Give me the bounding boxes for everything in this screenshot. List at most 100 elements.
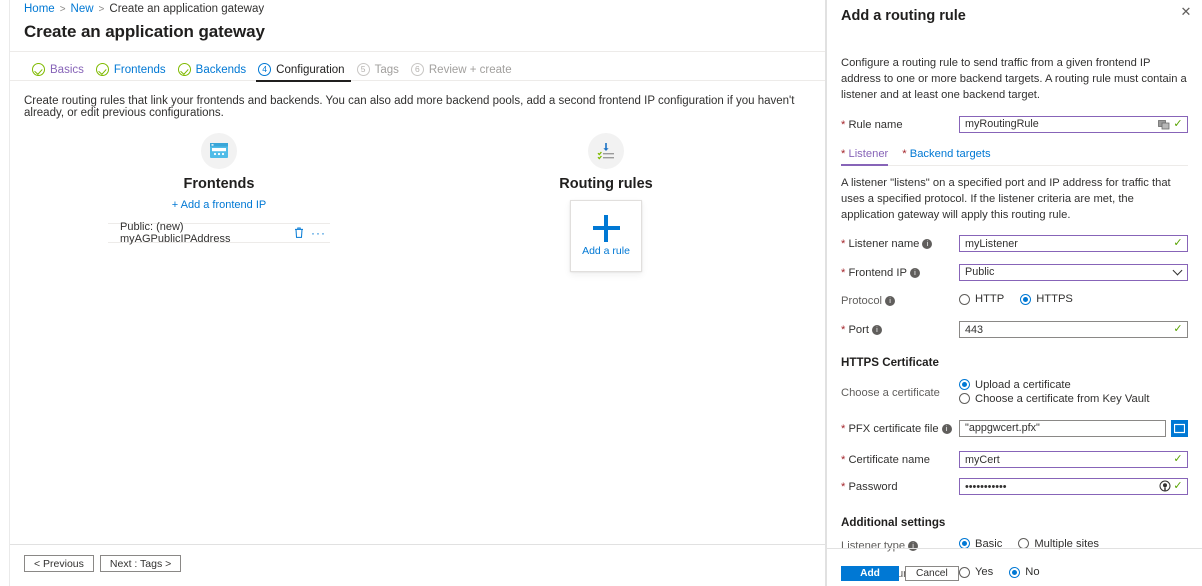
protocol-label: Protocoli — [841, 292, 959, 310]
protocol-label-text: Protocol — [841, 295, 882, 307]
eye-icon[interactable] — [1159, 480, 1172, 493]
step-number-tags: 5 — [357, 63, 370, 76]
https-certificate-heading: HTTPS Certificate — [841, 356, 1188, 369]
step-status-icon-backends — [178, 63, 191, 76]
certificate-name-input[interactable] — [959, 451, 1188, 468]
listener-name-label-text: Listener name — [848, 238, 919, 250]
listener-type-label: Listener typei — [841, 537, 959, 555]
frontends-card-title: Frontends — [108, 176, 330, 192]
pfx-file-input[interactable] — [959, 420, 1166, 437]
breadcrumb-home[interactable]: Home — [24, 3, 55, 15]
routing-rules-card-title: Routing rules — [530, 176, 682, 192]
add-frontend-ip-link[interactable]: + Add a frontend IP — [108, 199, 330, 211]
port-label: Porti — [841, 321, 959, 339]
rule-name-input[interactable] — [959, 116, 1188, 133]
wizard-step-label: Frontends — [114, 64, 166, 76]
choose-certificate-label: Choose a certificate — [841, 378, 959, 402]
breadcrumb-separator-1: > — [60, 4, 66, 15]
listener-name-label: Listener namei — [841, 235, 959, 253]
page-title: Create an application gateway — [10, 17, 825, 42]
panel-footer-divider — [827, 548, 1202, 549]
configuration-cards: Frontends + Add a frontend IP Public: (n… — [10, 133, 825, 253]
wizard-step-label: Tags — [375, 64, 399, 76]
copy-to-clipboard-icon[interactable] — [1158, 118, 1171, 131]
error-page-url-option-yes[interactable]: Yes — [959, 566, 993, 578]
certificate-name-row: Certificate name ✓ — [841, 451, 1188, 469]
add-rule-label: Add a rule — [582, 245, 630, 257]
tab-backend-targets[interactable]: Backend targets — [902, 148, 990, 165]
routing-rules-icon — [588, 133, 624, 169]
add-rule-tile[interactable]: Add a rule — [570, 200, 642, 272]
footer-divider — [10, 544, 825, 545]
radio-dot — [959, 393, 970, 404]
step-status-icon-frontends — [96, 63, 109, 76]
wizard-step-tags[interactable]: 5 Tags — [355, 60, 409, 81]
password-input[interactable] — [959, 478, 1188, 495]
info-icon[interactable]: i — [908, 541, 918, 551]
trash-icon[interactable] — [294, 227, 304, 240]
radio-dot — [959, 294, 970, 305]
protocol-option-label: HTTP — [975, 293, 1004, 305]
wizard-step-review-create[interactable]: 6 Review + create — [409, 60, 522, 81]
main-wizard-pane: Home > New > Create an application gateway C… — [0, 0, 826, 586]
wizard-step-label: Configuration — [276, 64, 344, 76]
frontend-ip-select[interactable]: Public — [959, 264, 1188, 281]
error-page-url-option-label: Yes — [975, 566, 993, 578]
radio-dot-selected — [1009, 567, 1020, 578]
azure-portal-create-application-gateway: Home > New > Create an application gateway C… — [0, 0, 1202, 586]
info-icon[interactable]: i — [885, 296, 895, 306]
info-icon[interactable]: i — [922, 239, 932, 249]
plus-icon — [593, 215, 620, 242]
tab-listener[interactable]: Listener — [841, 148, 888, 165]
port-input[interactable] — [959, 321, 1188, 338]
error-page-url-option-label: No — [1025, 566, 1039, 578]
listener-type-label-text: Listener type — [841, 540, 905, 552]
folder-icon[interactable] — [1171, 420, 1188, 437]
panel-title: Add a routing rule — [841, 8, 1188, 24]
info-icon[interactable]: i — [910, 268, 920, 278]
wizard-step-label: Basics — [50, 64, 84, 76]
ellipsis-icon[interactable]: ··· — [311, 226, 326, 240]
protocol-option-http[interactable]: HTTP — [959, 293, 1004, 305]
breadcrumb-new[interactable]: New — [71, 3, 94, 15]
breadcrumb: Home > New > Create an application gateway — [10, 0, 825, 17]
wizard-step-label: Review + create — [429, 64, 512, 76]
protocol-option-https[interactable]: HTTPS — [1020, 293, 1073, 305]
breadcrumb-current: Create an application gateway — [109, 3, 264, 15]
step-number-configuration: 4 — [258, 63, 271, 76]
close-icon[interactable]: ✕ — [1178, 4, 1194, 20]
port-label-text: Port — [848, 324, 869, 336]
listener-name-input[interactable] — [959, 235, 1188, 252]
wizard-step-basics[interactable]: Basics — [30, 60, 94, 81]
breadcrumb-separator-2: > — [99, 4, 105, 15]
previous-button[interactable]: < Previous — [24, 555, 94, 572]
wizard-step-frontends[interactable]: Frontends — [94, 60, 176, 81]
panel-header: Add a routing rule ✕ — [827, 0, 1202, 24]
panel-tabs: Listener Backend targets — [841, 148, 1188, 166]
browser-window-icon — [201, 133, 237, 169]
panel-footer-buttons: Add Cancel — [841, 566, 959, 581]
certificate-option-upload[interactable]: Upload a certificate — [959, 379, 1188, 391]
step-number-review: 6 — [411, 63, 424, 76]
certificate-name-label: Certificate name — [841, 451, 959, 469]
port-row: Porti ✓ — [841, 321, 1188, 339]
password-row: Password ✓ — [841, 478, 1188, 496]
panel-description: Configure a routing rule to send traffic… — [841, 56, 1188, 104]
error-page-url-option-no[interactable]: No — [1009, 566, 1039, 578]
add-button[interactable]: Add — [841, 566, 899, 581]
wizard-step-configuration[interactable]: 4 Configuration — [256, 60, 354, 81]
password-label: Password — [841, 478, 959, 496]
listener-name-row: Listener namei ✓ — [841, 235, 1188, 253]
pfx-file-row: PFX certificate file i — [841, 420, 1188, 438]
cancel-button[interactable]: Cancel — [905, 566, 959, 581]
next-tags-button[interactable]: Next : Tags > — [100, 555, 181, 572]
pfx-file-label-text: PFX certificate file — [848, 423, 938, 435]
info-icon[interactable]: i — [872, 325, 882, 335]
info-icon[interactable]: i — [942, 424, 952, 434]
protocol-row: Protocoli HTTP HTTPS — [841, 292, 1188, 310]
step-status-icon-basics — [32, 63, 45, 76]
certificate-option-key-vault[interactable]: Choose a certificate from Key Vault — [959, 393, 1188, 405]
frontend-ip-row: Public: (new) myAGPublicIPAddress ··· — [108, 223, 330, 243]
wizard-footer-buttons: < Previous Next : Tags > — [24, 555, 181, 572]
wizard-step-backends[interactable]: Backends — [176, 60, 257, 81]
